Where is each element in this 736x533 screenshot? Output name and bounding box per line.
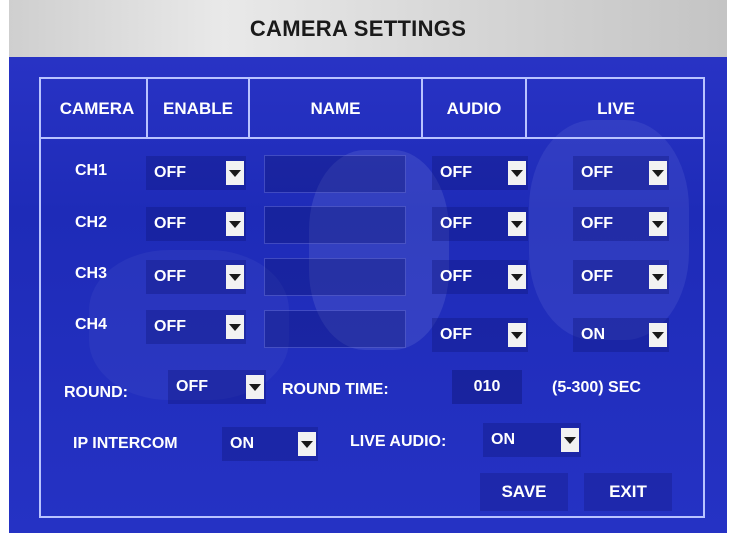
channel-label: CH2 (75, 214, 108, 231)
dropdown-arrow-icon (508, 212, 526, 236)
column-header-enable: ENABLE (163, 99, 233, 118)
ip-intercom-value: ON (230, 435, 254, 452)
audio-value: OFF (440, 164, 472, 181)
name-field-ch1[interactable] (264, 155, 406, 193)
dropdown-arrow-icon (508, 323, 526, 347)
column-header-live: LIVE (597, 99, 635, 118)
audio-dropdown-ch3[interactable]: OFF (432, 260, 528, 294)
dropdown-arrow-icon (649, 323, 667, 347)
channel-label: CH3 (75, 265, 108, 282)
dropdown-arrow-icon (649, 265, 667, 289)
live-dropdown-ch2[interactable]: OFF (573, 207, 669, 241)
audio-dropdown-ch1[interactable]: OFF (432, 156, 528, 190)
dropdown-arrow-icon (561, 428, 579, 452)
dropdown-arrow-icon (508, 161, 526, 185)
enable-dropdown-ch2[interactable]: OFF (146, 207, 246, 241)
live-value: ON (581, 326, 605, 343)
live-dropdown-ch3[interactable]: OFF (573, 260, 669, 294)
enable-value: OFF (154, 164, 186, 181)
audio-dropdown-ch2[interactable]: OFF (432, 207, 528, 241)
channel-label: CH4 (75, 316, 108, 333)
ip-intercom-label: IP INTERCOM (73, 435, 178, 452)
enable-dropdown-ch3[interactable]: OFF (146, 260, 246, 294)
name-field-ch3[interactable] (264, 258, 406, 296)
round-time-input[interactable]: 010 (452, 370, 522, 404)
ip-intercom-dropdown[interactable]: ON (222, 427, 318, 461)
dropdown-arrow-icon (649, 212, 667, 236)
channel-label: CH1 (75, 162, 108, 179)
exit-button[interactable]: EXIT (584, 473, 672, 511)
dropdown-arrow-icon (298, 432, 316, 456)
enable-value: OFF (154, 318, 186, 335)
name-field-ch2[interactable] (264, 206, 406, 244)
dropdown-arrow-icon (226, 212, 244, 236)
live-audio-value: ON (491, 431, 515, 448)
round-time-label: ROUND TIME: (282, 381, 389, 398)
dropdown-arrow-icon (226, 315, 244, 339)
audio-dropdown-ch4[interactable]: OFF (432, 318, 528, 352)
column-header-camera: CAMERA (59, 99, 135, 118)
name-field-ch4[interactable] (264, 310, 406, 348)
live-dropdown-ch1[interactable]: OFF (573, 156, 669, 190)
live-value: OFF (581, 268, 613, 285)
round-dropdown[interactable]: OFF (168, 370, 266, 404)
dropdown-arrow-icon (246, 375, 264, 399)
round-label: ROUND: (64, 384, 128, 401)
column-header-name: NAME (310, 99, 361, 118)
dropdown-arrow-icon (226, 161, 244, 185)
live-value: OFF (581, 215, 613, 232)
dropdown-arrow-icon (508, 265, 526, 289)
title-bar: CAMERA SETTINGS (9, 0, 727, 57)
enable-value: OFF (154, 215, 186, 232)
live-audio-label: LIVE AUDIO: (350, 433, 447, 450)
audio-value: OFF (440, 215, 472, 232)
round-value: OFF (176, 378, 208, 395)
enable-value: OFF (154, 268, 186, 285)
audio-value: OFF (440, 268, 472, 285)
live-dropdown-ch4[interactable]: ON (573, 318, 669, 352)
page-title: CAMERA SETTINGS (249, 15, 467, 41)
dropdown-arrow-icon (226, 265, 244, 289)
dropdown-arrow-icon (649, 161, 667, 185)
round-time-range: (5-300) SEC (552, 379, 641, 396)
column-header-audio: AUDIO (446, 99, 502, 118)
enable-dropdown-ch4[interactable]: OFF (146, 310, 246, 344)
audio-value: OFF (440, 326, 472, 343)
live-value: OFF (581, 164, 613, 181)
live-audio-dropdown[interactable]: ON (483, 423, 581, 457)
save-button[interactable]: SAVE (480, 473, 568, 511)
enable-dropdown-ch1[interactable]: OFF (146, 156, 246, 190)
